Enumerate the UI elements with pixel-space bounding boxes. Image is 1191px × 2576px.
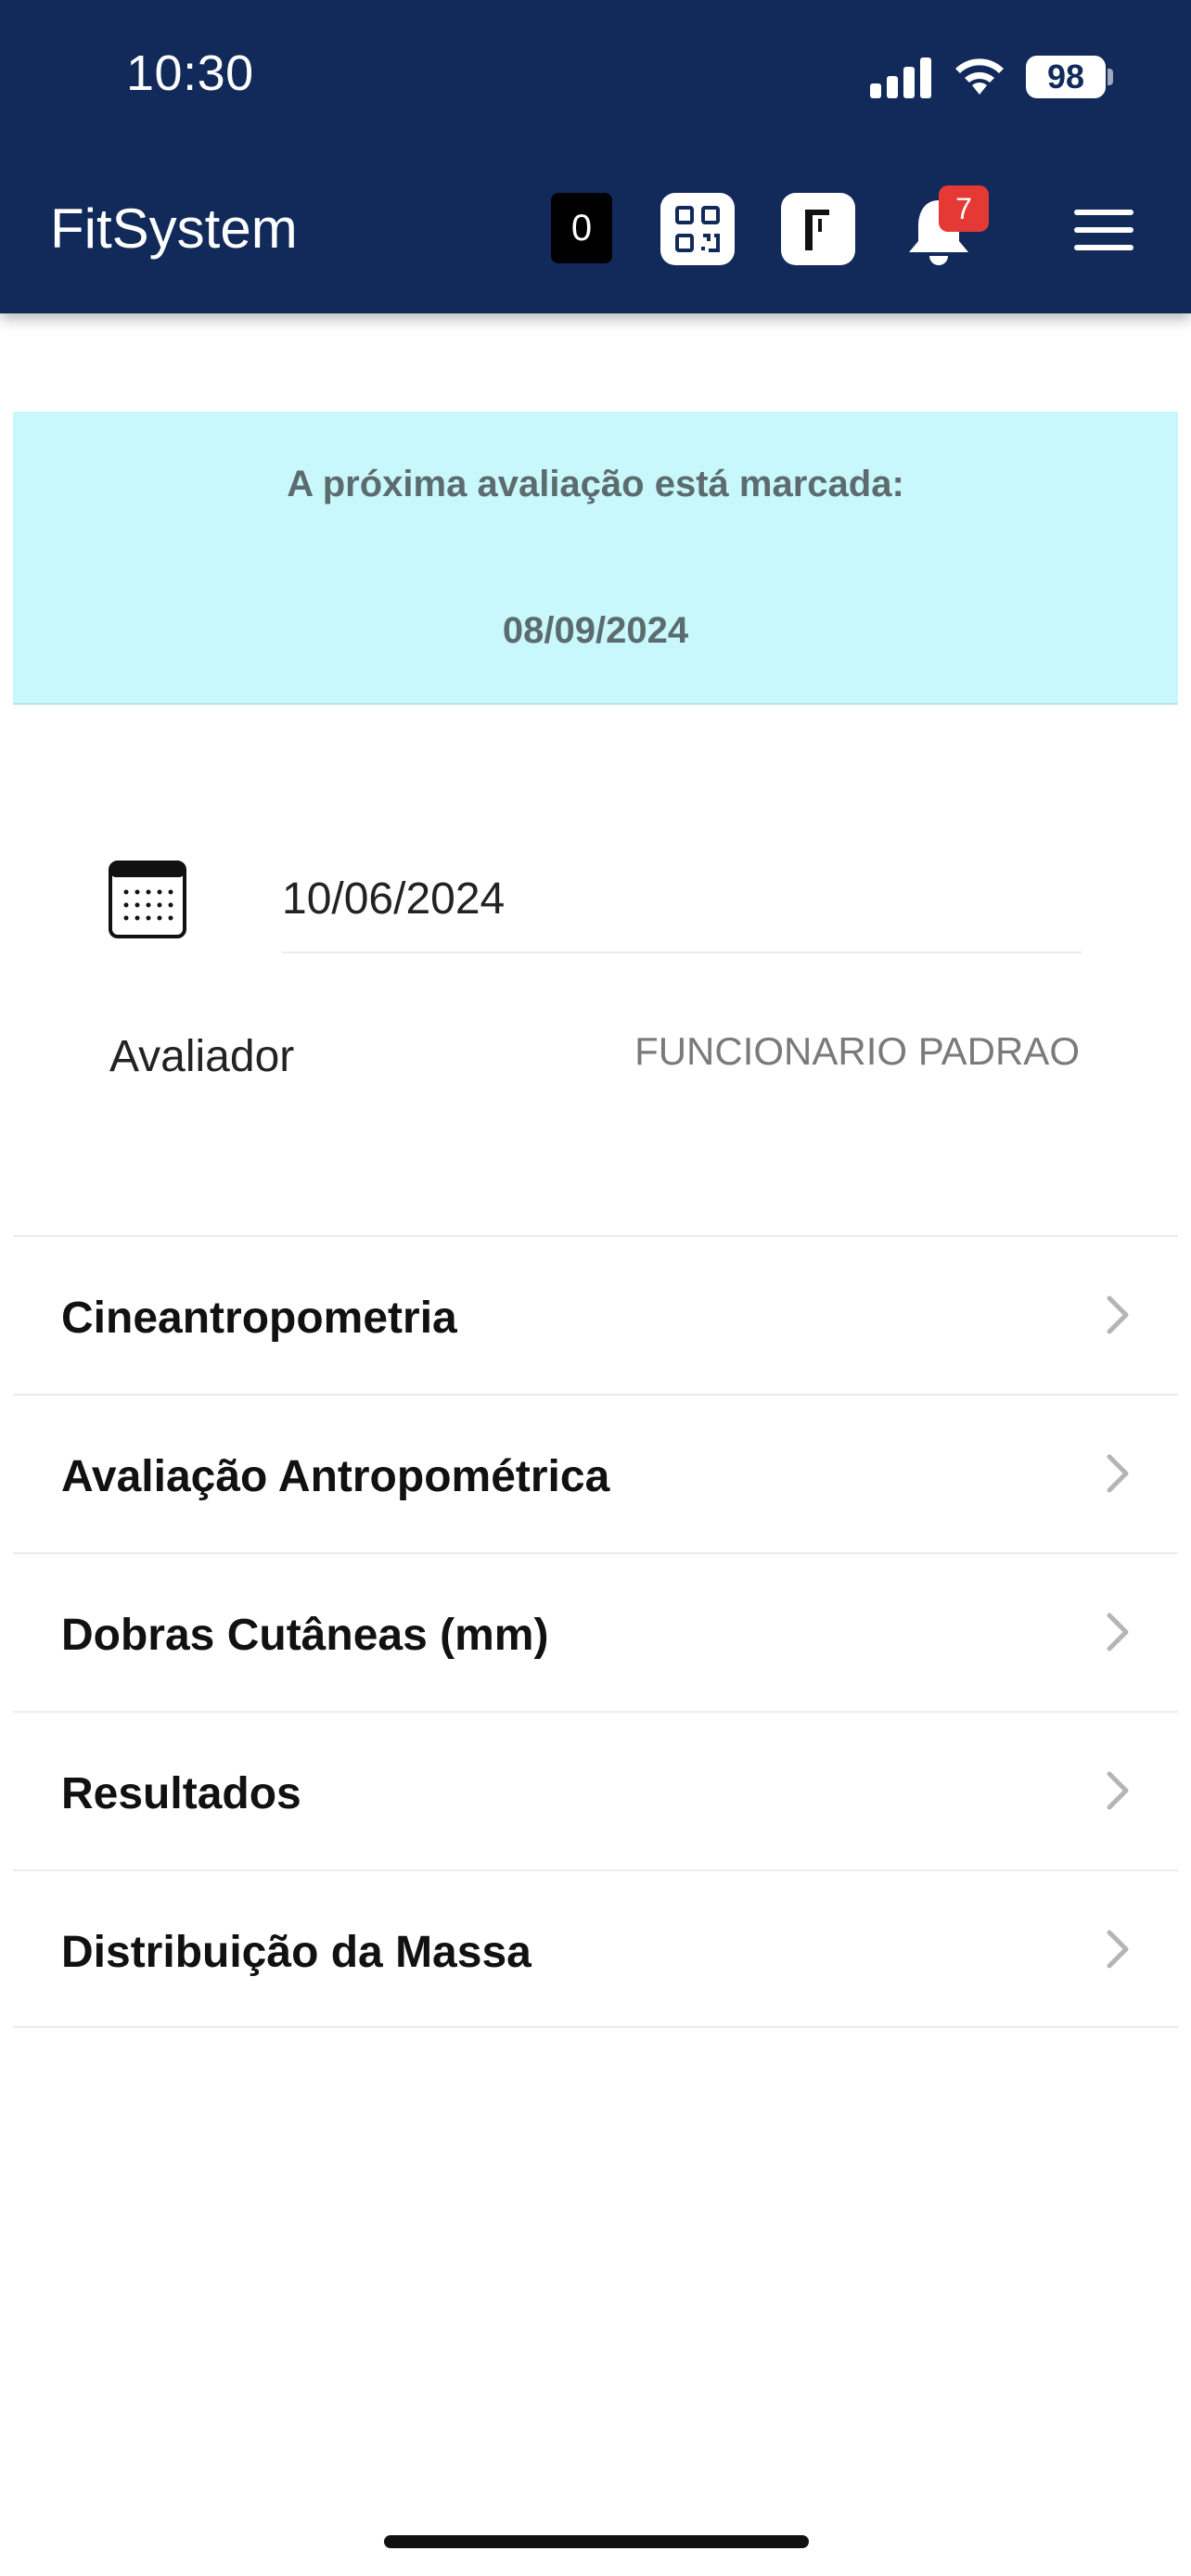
app-title: FitSystem bbox=[50, 198, 298, 260]
status-time: 10:30 bbox=[126, 45, 254, 101]
turnstile-button[interactable] bbox=[781, 193, 855, 265]
list-item-label: Dobras Cutâneas (mm) bbox=[61, 1611, 549, 1660]
list-item-label: Avaliação Antropométrica bbox=[61, 1452, 610, 1501]
battery-indicator: 98 bbox=[1026, 56, 1106, 98]
app-header: 10:30 98 FitSystem 0 7 bbox=[0, 0, 1191, 313]
qr-code-icon bbox=[675, 206, 720, 252]
chevron-right-icon bbox=[1107, 1295, 1129, 1334]
cellular-signal-icon bbox=[870, 57, 931, 98]
list-item-distribuicao-massa[interactable]: Distribuição da Massa bbox=[13, 1869, 1178, 2028]
hamburger-menu-icon[interactable] bbox=[1074, 210, 1133, 250]
next-evaluation-date: 08/09/2024 bbox=[502, 610, 689, 651]
list-item-label: Distribuição da Massa bbox=[61, 1928, 531, 1977]
wifi-icon bbox=[955, 58, 1004, 95]
notification-badge: 7 bbox=[939, 185, 989, 232]
chevron-right-icon bbox=[1107, 1454, 1129, 1493]
evaluator-label: Avaliador bbox=[109, 1032, 295, 1081]
chevron-right-icon bbox=[1107, 1771, 1129, 1810]
chevron-right-icon bbox=[1107, 1930, 1129, 1969]
counter-badge[interactable]: 0 bbox=[551, 193, 612, 263]
battery-cap bbox=[1108, 69, 1113, 85]
list-item-resultados[interactable]: Resultados bbox=[13, 1711, 1178, 1869]
chevron-right-icon bbox=[1107, 1613, 1129, 1651]
list-item-dobras-cutaneas[interactable]: Dobras Cutâneas (mm) bbox=[13, 1552, 1178, 1711]
list-item-label: Cineantropometria bbox=[61, 1294, 457, 1343]
list-item-cineantropometria[interactable]: Cineantropometria bbox=[13, 1235, 1178, 1394]
evaluation-sections-list: Cineantropometria Avaliação Antropométri… bbox=[13, 1235, 1178, 2028]
list-item-avaliacao-antropometrica[interactable]: Avaliação Antropométrica bbox=[13, 1394, 1178, 1552]
date-field-underline bbox=[282, 951, 1082, 953]
next-evaluation-title: A próxima avaliação está marcada: bbox=[287, 464, 904, 504]
list-item-label: Resultados bbox=[61, 1769, 301, 1818]
calendar-icon[interactable] bbox=[108, 857, 187, 940]
qr-code-button[interactable] bbox=[660, 193, 735, 265]
next-evaluation-banner: A próxima avaliação está marcada: 08/09/… bbox=[13, 412, 1178, 705]
evaluation-date-field[interactable]: 10/06/2024 bbox=[282, 874, 505, 925]
home-indicator[interactable] bbox=[384, 2535, 809, 2548]
turnstile-icon bbox=[805, 210, 829, 250]
evaluator-name: FUNCIONARIO PADRAO bbox=[634, 1029, 1080, 1073]
